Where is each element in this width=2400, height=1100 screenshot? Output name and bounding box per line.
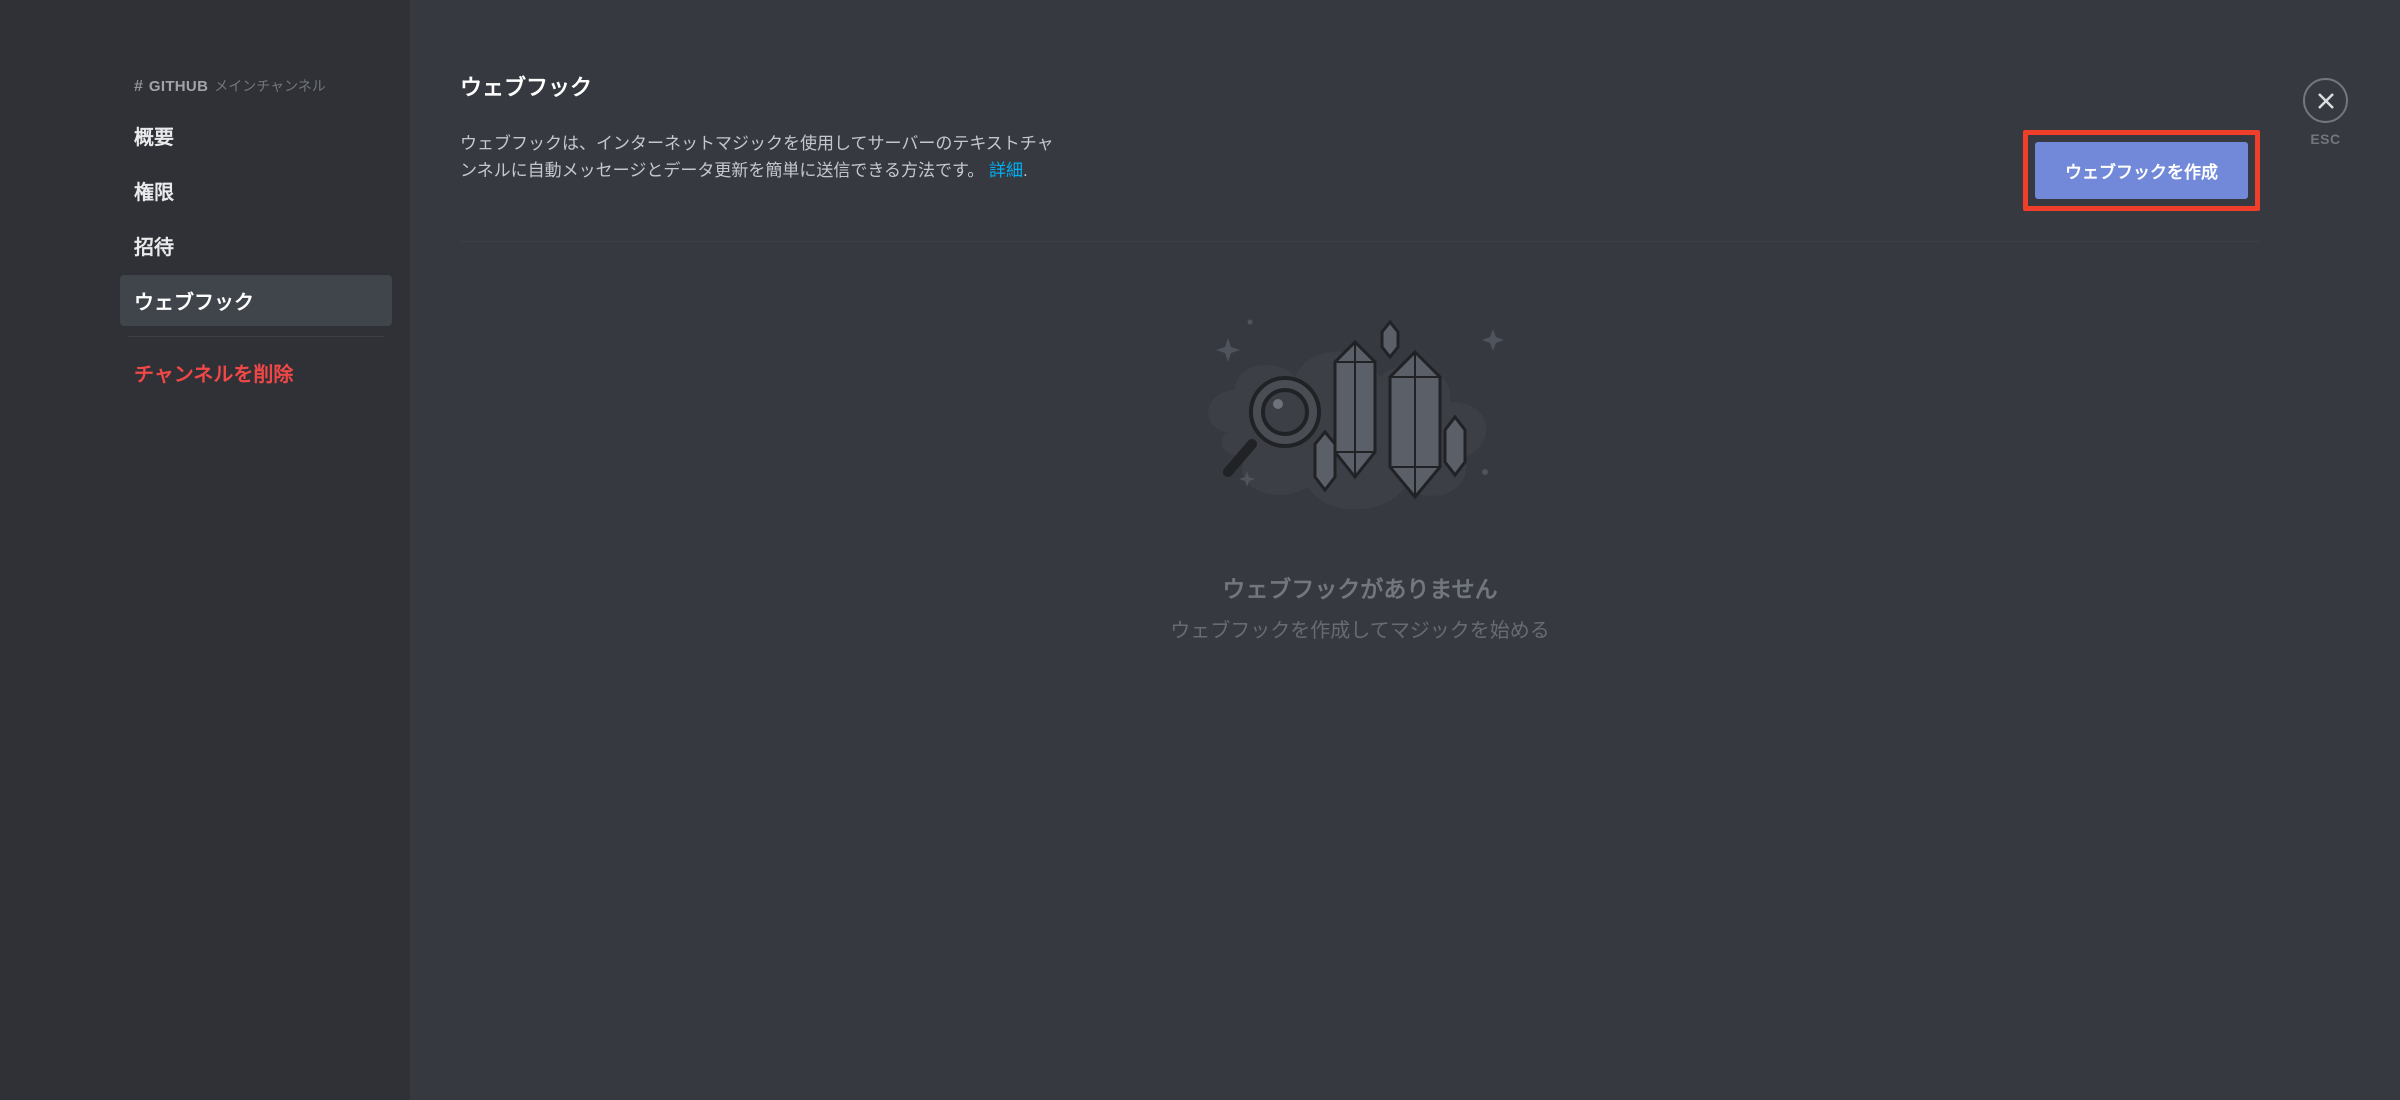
- channel-suffix: メインチャンネル: [214, 76, 326, 96]
- highlight-annotation: ウェブフックを作成: [2023, 130, 2260, 211]
- page-description-suffix: .: [1023, 161, 1028, 180]
- close-icon: [2303, 78, 2348, 123]
- empty-state-illustration: [1190, 282, 1530, 542]
- settings-sidebar: # GITHUB メインチャンネル 概要 権限 招待 ウェブフック チャンネルを…: [0, 0, 410, 1100]
- create-webhook-button[interactable]: ウェブフックを作成: [2035, 142, 2248, 199]
- sidebar-item-invites[interactable]: 招待: [120, 220, 392, 271]
- channel-name: GITHUB: [149, 78, 208, 95]
- sidebar-item-webhooks[interactable]: ウェブフック: [120, 275, 392, 326]
- sidebar-item-permissions[interactable]: 権限: [120, 165, 392, 216]
- page-header-row: ウェブフックは、インターネットマジックを使用してサーバーのテキストチャンネルに自…: [460, 130, 2260, 242]
- empty-state: ウェブフックがありません ウェブフックを作成してマジックを始める: [460, 242, 2260, 1060]
- sidebar-item-overview[interactable]: 概要: [120, 110, 392, 161]
- empty-state-title: ウェブフックがありません: [1222, 570, 1497, 604]
- close-button[interactable]: ESC: [2303, 78, 2348, 147]
- page-title: ウェブフック: [460, 70, 2260, 102]
- main-content: ウェブフック ウェブフックは、インターネットマジックを使用してサーバーのテキスト…: [410, 0, 2400, 1100]
- sidebar-item-delete-channel[interactable]: チャンネルを削除: [120, 347, 392, 398]
- sidebar-divider: [128, 336, 384, 337]
- page-description-text: ウェブフックは、インターネットマジックを使用してサーバーのテキストチャンネルに自…: [460, 134, 1054, 180]
- empty-state-subtitle: ウェブフックを作成してマジックを始める: [1170, 614, 1549, 643]
- learn-more-link[interactable]: 詳細: [989, 161, 1023, 180]
- close-label: ESC: [2310, 131, 2340, 147]
- page-description: ウェブフックは、インターネットマジックを使用してサーバーのテキストチャンネルに自…: [460, 130, 1070, 184]
- channel-hash-icon: #: [134, 78, 143, 96]
- sidebar-header: # GITHUB メインチャンネル: [120, 76, 392, 110]
